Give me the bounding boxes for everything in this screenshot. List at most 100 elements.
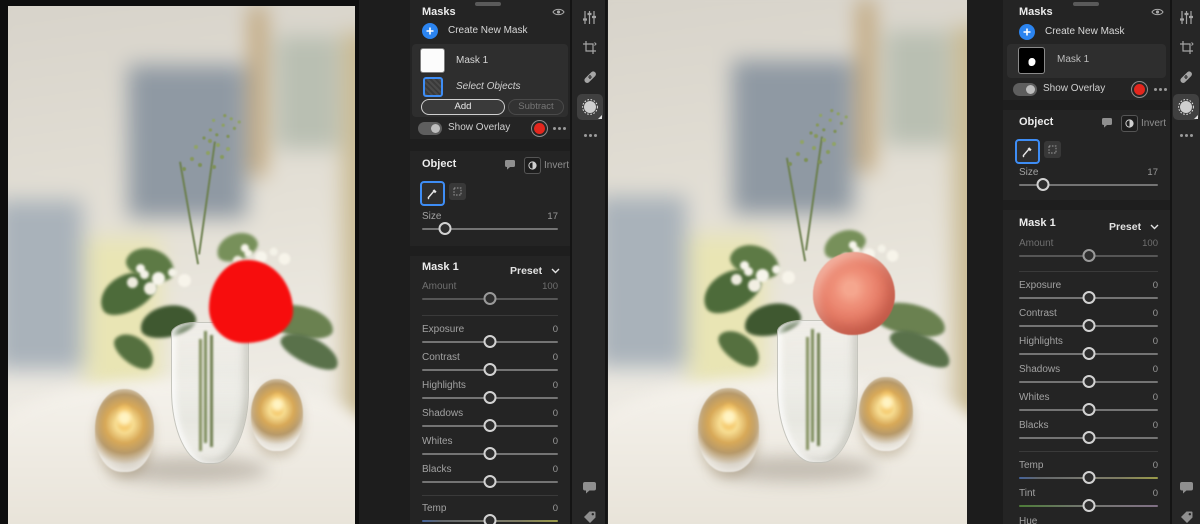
subtract-button-label: Subtract <box>518 101 553 112</box>
brush-select-tool[interactable] <box>1015 139 1040 164</box>
candle-votive-left <box>698 388 759 472</box>
size-slider-thumb[interactable] <box>1036 178 1049 191</box>
panel-eye-icon[interactable] <box>552 7 565 17</box>
invert-label: Invert <box>1141 118 1166 129</box>
preset-label: Preset <box>510 265 542 277</box>
show-overlay-toggle[interactable] <box>418 122 442 135</box>
create-new-mask-button[interactable]: Create New Mask <box>422 23 562 41</box>
mask-settings-title: Mask 1 <box>422 261 459 273</box>
overlay-options-icon[interactable] <box>553 127 556 130</box>
tool-strip-right <box>1172 0 1200 524</box>
panel-eye-icon[interactable] <box>1151 7 1164 17</box>
keywords-tag-icon[interactable] <box>1177 508 1195 524</box>
invert-icon[interactable] <box>1121 115 1138 132</box>
size-slider-thumb[interactable] <box>439 222 452 235</box>
more-tools-icon[interactable] <box>1177 126 1195 144</box>
photo-canvas-right[interactable] <box>608 0 967 524</box>
mask-name-label: Mask 1 <box>1057 54 1089 65</box>
whites-slider[interactable]: Whites 0 <box>1019 392 1158 416</box>
contrast-slider[interactable]: Contrast 0 <box>1019 308 1158 332</box>
size-label: Size <box>422 211 441 222</box>
coral-rose <box>813 252 896 336</box>
crop-rotate-icon[interactable] <box>581 38 599 56</box>
highlights-slider[interactable]: Highlights 0 <box>1019 336 1158 360</box>
glass-vase <box>171 322 249 464</box>
masking-icon <box>581 98 599 116</box>
glass-vase <box>777 320 858 463</box>
show-overlay-label: Show Overlay <box>1043 83 1105 94</box>
size-label: Size <box>1019 167 1038 178</box>
masking-tool-active[interactable] <box>577 94 603 120</box>
mask-thumbnail[interactable] <box>421 49 444 72</box>
size-value: 17 <box>547 211 558 222</box>
temp-slider[interactable]: Temp 0 <box>422 503 558 524</box>
hue-slider[interactable]: Hue <box>1019 516 1158 524</box>
healing-icon[interactable] <box>581 68 599 86</box>
edit-sliders-icon[interactable] <box>581 8 599 26</box>
preset-dropdown[interactable]: Preset <box>1109 217 1159 235</box>
amount-label: Amount <box>422 281 456 292</box>
panel-drag-handle[interactable] <box>1073 2 1099 6</box>
add-button-label: Add <box>455 101 472 112</box>
comments-icon[interactable] <box>581 478 599 496</box>
mask-item-card[interactable]: Mask 1 <box>1007 44 1166 78</box>
masks-panel-left: Masks Create New Mask Mask 1 Select Obje… <box>410 0 570 524</box>
overlay-color-swatch[interactable] <box>1134 84 1145 95</box>
chevron-down-icon <box>551 268 560 274</box>
object-section-title: Object <box>1019 116 1053 128</box>
crop-rotate-icon[interactable] <box>1177 38 1195 56</box>
create-new-mask-button[interactable]: Create New Mask <box>1019 24 1164 42</box>
candle-votive-left <box>95 389 154 472</box>
mask-thumbnail[interactable] <box>1019 48 1044 73</box>
subtract-button[interactable]: Subtract <box>508 99 564 115</box>
overlay-color-swatch[interactable] <box>534 123 545 134</box>
screenshot-right: Masks Create New Mask Mask 1 Show Overla… <box>607 0 1200 524</box>
comment-icon[interactable] <box>1101 117 1113 128</box>
blacks-slider[interactable]: Blacks 0 <box>422 464 558 488</box>
photo-canvas-left[interactable] <box>8 6 355 524</box>
show-overlay-toggle[interactable] <box>1013 83 1037 96</box>
rectangle-select-tool[interactable] <box>449 183 466 200</box>
healing-icon[interactable] <box>1177 68 1195 86</box>
shadows-slider[interactable]: Shadows 0 <box>1019 364 1158 388</box>
select-objects-thumbnail[interactable] <box>423 77 443 97</box>
invert-label: Invert <box>544 160 569 171</box>
masking-tool-active[interactable] <box>1173 94 1199 120</box>
white-flowers <box>140 270 149 279</box>
preset-label: Preset <box>1109 221 1141 233</box>
mask-item-card[interactable]: Mask 1 Select Objects Add Subtract <box>412 44 568 117</box>
size-slider[interactable]: Size 17 <box>1019 167 1158 191</box>
amount-value: 100 <box>1142 238 1158 249</box>
masking-icon <box>1177 98 1195 116</box>
keywords-tag-icon[interactable] <box>581 508 599 524</box>
amount-slider[interactable]: Amount 100 <box>422 281 558 305</box>
blacks-slider[interactable]: Blacks 0 <box>1019 420 1158 444</box>
plus-icon <box>422 23 438 39</box>
preset-dropdown[interactable]: Preset <box>510 261 560 279</box>
comment-icon[interactable] <box>504 159 516 170</box>
comments-icon[interactable] <box>1177 478 1195 496</box>
amount-slider[interactable]: Amount 100 <box>1019 238 1158 262</box>
add-button[interactable]: Add <box>421 99 505 115</box>
whites-slider[interactable]: Whites 0 <box>422 436 558 460</box>
flower-buds <box>182 167 186 171</box>
show-overlay-label: Show Overlay <box>448 122 510 133</box>
tool-strip-left <box>572 0 607 524</box>
rectangle-select-tool[interactable] <box>1044 141 1061 158</box>
exposure-slider[interactable]: Exposure 0 <box>422 324 558 348</box>
exposure-slider[interactable]: Exposure 0 <box>1019 280 1158 304</box>
more-tools-icon[interactable] <box>581 126 599 144</box>
overlay-options-icon[interactable] <box>1154 88 1157 91</box>
brush-select-tool[interactable] <box>420 181 445 206</box>
shadows-slider[interactable]: Shadows 0 <box>422 408 558 432</box>
contrast-slider[interactable]: Contrast 0 <box>422 352 558 376</box>
size-slider[interactable]: Size 17 <box>422 211 558 235</box>
chevron-down-icon <box>1150 224 1159 230</box>
invert-icon[interactable] <box>524 157 541 174</box>
tint-slider[interactable]: Tint 0 <box>1019 488 1158 512</box>
amount-label: Amount <box>1019 238 1053 249</box>
temp-slider[interactable]: Temp 0 <box>1019 460 1158 484</box>
edit-sliders-icon[interactable] <box>1177 8 1195 26</box>
highlights-slider[interactable]: Highlights 0 <box>422 380 558 404</box>
panel-drag-handle[interactable] <box>475 2 501 6</box>
